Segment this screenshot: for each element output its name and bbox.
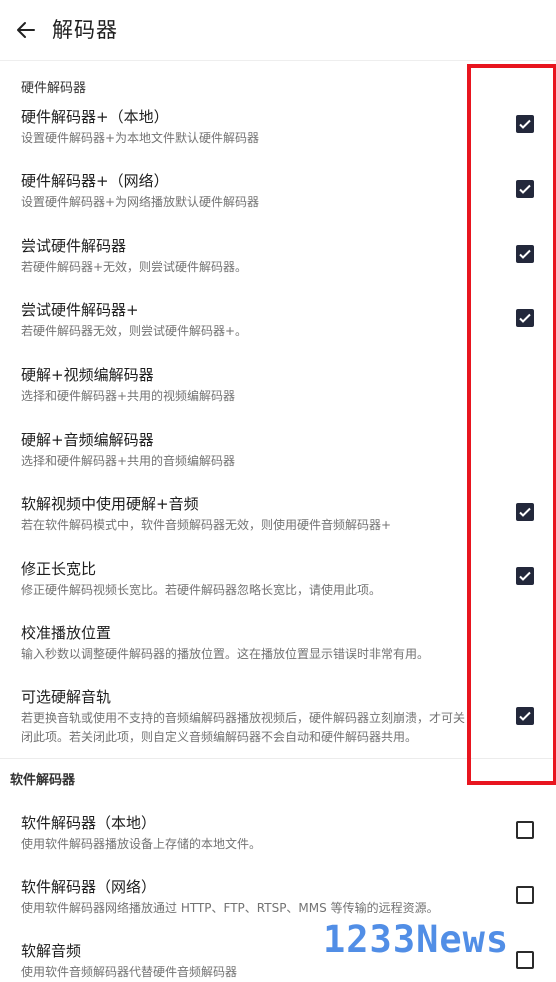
- app-bar: 解码器: [0, 0, 556, 61]
- checkbox-unchecked[interactable]: [516, 821, 534, 839]
- setting-title: 软解视频中使用硬解+音频: [21, 495, 199, 513]
- setting-desc: 使用软件解码器网络播放通过 HTTP、FTP、RTSP、MMS 等传输的远程资源…: [21, 901, 439, 915]
- setting-desc: 输入秒数以调整硬件解码器的播放位置。这在播放位置显示错误时非常有用。: [21, 647, 430, 661]
- setting-desc: 设置硬件解码器+为本地文件默认硬件解码器: [21, 131, 260, 145]
- setting-hw-local[interactable]: 硬件解码器+（本地） 设置硬件解码器+为本地文件默认硬件解码器: [0, 107, 556, 167]
- setting-desc: 修正硬件解码视频长宽比。若硬件解码器忽略长宽比，请使用此项。: [21, 583, 382, 597]
- setting-desc: 选择和硬件解码器+共用的视频编解码器: [21, 389, 236, 403]
- setting-title: 校准播放位置: [21, 624, 112, 642]
- setting-desc: 设置硬件解码器+为网络播放默认硬件解码器: [21, 195, 260, 209]
- setting-hw-network[interactable]: 硬件解码器+（网络） 设置硬件解码器+为网络播放默认硬件解码器: [0, 171, 556, 231]
- setting-sw-local[interactable]: 软件解码器（本地） 使用软件解码器播放设备上存储的本地文件。: [0, 813, 556, 873]
- setting-optional-hw-audio-track[interactable]: 可选硬解音轨 若更换音轨或使用不支持的音频编解码器播放视频后，硬件解码器立刻崩溃…: [0, 687, 556, 752]
- setting-desc: 使用软件解码器播放设备上存储的本地文件。: [21, 837, 262, 851]
- setting-fix-aspect[interactable]: 修正长宽比 修正硬件解码视频长宽比。若硬件解码器忽略长宽比，请使用此项。: [0, 559, 556, 619]
- checkbox-unchecked[interactable]: [516, 886, 534, 904]
- setting-desc: 若更换音轨或使用不支持的音频编解码器播放视频后，硬件解码器立刻崩溃，才可关闭此项…: [21, 711, 466, 744]
- setting-title: 软解音频: [21, 942, 82, 960]
- section-header-software: 软件解码器: [10, 773, 76, 788]
- checkbox-checked[interactable]: [516, 707, 534, 725]
- setting-title: 修正长宽比: [21, 560, 97, 578]
- setting-title: 尝试硬件解码器: [21, 237, 127, 255]
- setting-title: 硬件解码器+（网络）: [21, 172, 169, 190]
- setting-title: 软件解码器（网络）: [21, 878, 157, 896]
- setting-title: 软件解码器（本地）: [21, 814, 157, 832]
- checkbox-unchecked[interactable]: [516, 951, 534, 969]
- setting-hw-audio-codec[interactable]: 硬解+音频编解码器 选择和硬件解码器+共用的音频编解码器: [0, 430, 556, 490]
- checkbox-checked[interactable]: [516, 503, 534, 521]
- setting-sw-video-hw-audio[interactable]: 软解视频中使用硬解+音频 若在软件解码模式中，软件音频解码器无效，则使用硬件音频…: [0, 494, 556, 554]
- setting-title: 硬件解码器+（本地）: [21, 108, 169, 126]
- section-divider: [0, 758, 556, 759]
- setting-try-hw[interactable]: 尝试硬件解码器 若硬件解码器+无效，则尝试硬件解码器。: [0, 236, 556, 296]
- setting-hw-video-codec[interactable]: 硬解+视频编解码器 选择和硬件解码器+共用的视频编解码器: [0, 365, 556, 425]
- setting-desc: 若在软件解码模式中，软件音频解码器无效，则使用硬件音频解码器+: [21, 518, 392, 532]
- setting-desc: 使用软件音频解码器代替硬件音频解码器: [21, 965, 238, 979]
- setting-try-hw-plus[interactable]: 尝试硬件解码器+ 若硬件解码器无效，则尝试硬件解码器+。: [0, 300, 556, 360]
- checkbox-checked[interactable]: [516, 180, 534, 198]
- section-header-hardware: 硬件解码器: [21, 81, 87, 96]
- setting-title: 硬解+音频编解码器: [21, 431, 154, 449]
- setting-desc: 选择和硬件解码器+共用的音频编解码器: [21, 454, 236, 468]
- setting-title: 尝试硬件解码器+: [21, 301, 139, 319]
- checkbox-checked[interactable]: [516, 115, 534, 133]
- setting-desc: 若硬件解码器无效，则尝试硬件解码器+。: [21, 324, 248, 338]
- checkbox-checked[interactable]: [516, 245, 534, 263]
- setting-title: 硬解+视频编解码器: [21, 366, 154, 384]
- arrow-left-icon[interactable]: [14, 18, 38, 42]
- setting-desc: 若硬件解码器+无效，则尝试硬件解码器。: [21, 260, 248, 274]
- watermark: 1233News: [323, 918, 510, 961]
- checkbox-checked[interactable]: [516, 567, 534, 585]
- setting-title: 可选硬解音轨: [21, 688, 112, 706]
- checkbox-checked[interactable]: [516, 309, 534, 327]
- setting-calibrate-position[interactable]: 校准播放位置 输入秒数以调整硬件解码器的播放位置。这在播放位置显示错误时非常有用…: [0, 623, 556, 683]
- page-title: 解码器: [52, 18, 118, 42]
